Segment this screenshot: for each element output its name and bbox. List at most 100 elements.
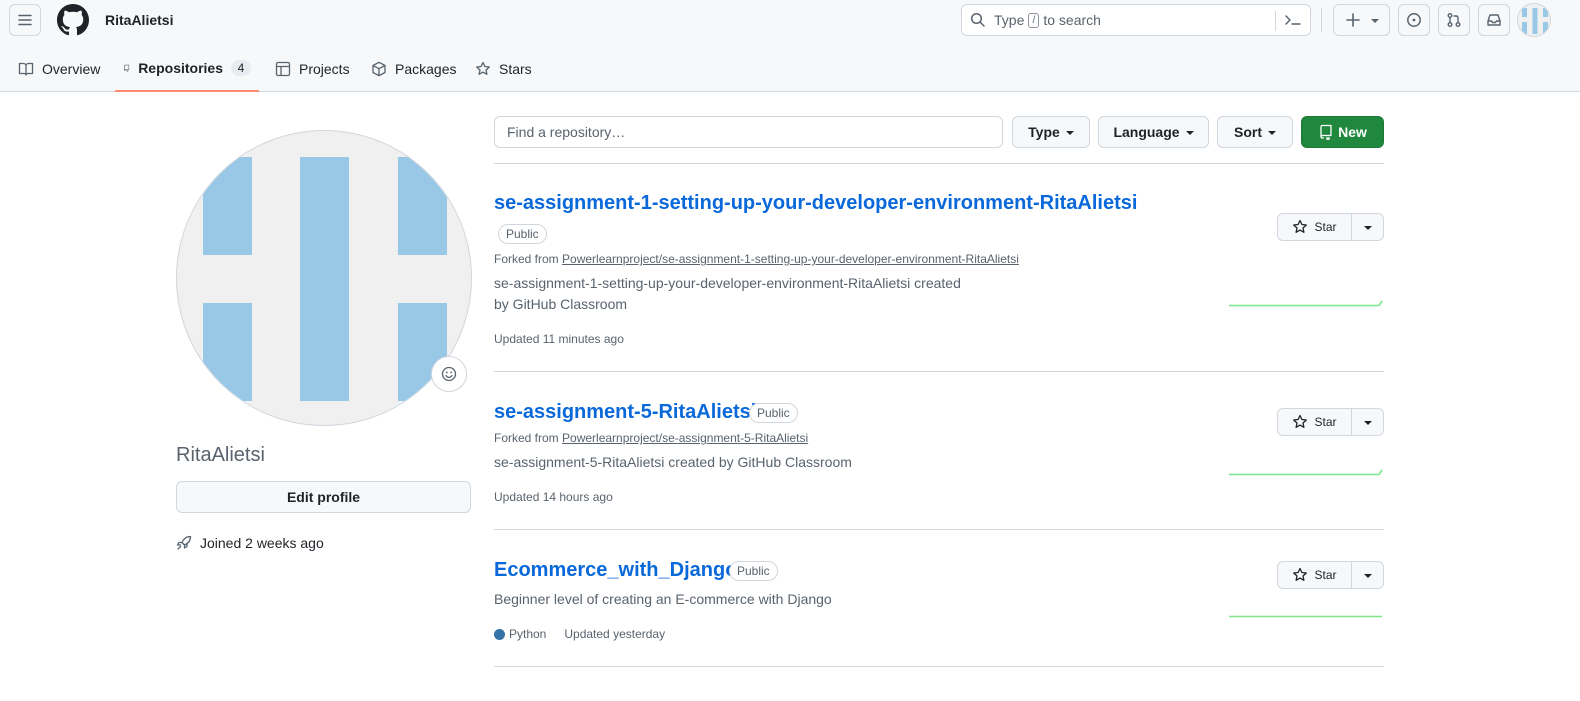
inbox-button[interactable]	[1478, 4, 1510, 36]
star-button-group: Star	[1277, 561, 1384, 589]
repo-meta: Updated 14 hours ago	[494, 490, 613, 504]
activity-sparkline	[1229, 300, 1383, 307]
forked-prefix: Forked from	[494, 252, 559, 266]
forked-from: Forked from Powerlearnproject/se-assignm…	[494, 431, 808, 445]
profile-avatar[interactable]	[176, 130, 472, 426]
updated-time: Updated 14 hours ago	[494, 490, 613, 504]
hamburger-icon	[18, 14, 32, 26]
new-repository-button[interactable]: New	[1301, 116, 1384, 148]
github-logo-icon[interactable]	[57, 4, 89, 36]
star-icon	[1293, 414, 1308, 428]
pull-requests-button[interactable]	[1438, 4, 1470, 36]
chevron-down-icon	[1363, 421, 1372, 425]
sort-button[interactable]: Sort	[1217, 116, 1293, 148]
issues-button[interactable]	[1398, 4, 1430, 36]
divider	[494, 163, 1384, 164]
tab-packages[interactable]: Packages	[363, 46, 464, 92]
repo-icon	[1320, 124, 1332, 140]
tab-packages-label: Packages	[395, 61, 457, 77]
tab-projects[interactable]: Projects	[267, 46, 358, 92]
command-palette-icon[interactable]	[1284, 12, 1302, 28]
repo-title-link[interactable]: Ecommerce_with_Django	[494, 559, 737, 582]
search-key-hint: /	[1028, 12, 1040, 28]
forked-from-link[interactable]: Powerlearnproject/se-assignment-1-settin…	[562, 252, 1019, 266]
visibility-badge: Public	[498, 224, 547, 244]
package-icon	[372, 61, 386, 77]
tab-overview-label: Overview	[42, 61, 101, 77]
updated-time: Updated yesterday	[564, 627, 666, 641]
forked-prefix: Forked from	[494, 431, 559, 445]
star-icon	[476, 61, 490, 75]
visibility-badge: Public	[729, 561, 778, 581]
identicon-avatar-small	[1522, 8, 1548, 34]
forked-from-link[interactable]: Powerlearnproject/se-assignment-5-RitaAl…	[562, 431, 808, 445]
edit-profile-button[interactable]: Edit profile	[176, 481, 471, 513]
rocket-icon	[176, 535, 192, 550]
star-button-group: Star	[1277, 408, 1384, 436]
divider	[494, 666, 1384, 667]
set-status-button[interactable]	[431, 356, 467, 392]
language-color-dot	[494, 628, 505, 640]
inbox-icon	[1487, 14, 1501, 26]
pull-request-icon	[1447, 13, 1461, 27]
tab-repositories-label: Repositories	[138, 60, 223, 76]
search-suffix: to search	[1043, 12, 1101, 28]
chevron-down-icon	[1363, 226, 1372, 230]
repo-meta: Python Updated yesterday	[494, 627, 665, 641]
star-button[interactable]: Star	[1278, 214, 1352, 240]
activity-sparkline	[1229, 469, 1383, 476]
star-list-dropdown[interactable]	[1352, 214, 1383, 240]
header-separator	[1321, 8, 1322, 32]
identicon-avatar	[203, 157, 447, 401]
app-header: RitaAlietsi Type / to search Overview Re…	[0, 0, 1580, 92]
search-input[interactable]: Type / to search	[961, 4, 1311, 36]
new-repository-label: New	[1338, 124, 1367, 140]
star-list-dropdown[interactable]	[1352, 409, 1383, 435]
activity-sparkline	[1229, 615, 1382, 618]
chevron-down-icon	[1185, 131, 1194, 135]
repo-description-line: se-assignment-1-setting-up-your-develope…	[494, 275, 961, 291]
smiley-icon	[441, 366, 457, 382]
search-divider	[1275, 11, 1276, 31]
search-icon	[970, 12, 985, 27]
tab-repositories[interactable]: Repositories 4	[115, 46, 259, 92]
divider	[494, 371, 1384, 372]
repo-title-link[interactable]: se-assignment-5-RitaAlietsi	[494, 401, 756, 424]
repo-description-line: Beginner level of creating an E-commerce…	[494, 591, 832, 607]
tab-stars[interactable]: Stars	[467, 46, 540, 92]
star-label: Star	[1314, 220, 1337, 234]
language-filter-button[interactable]: Language	[1098, 116, 1209, 148]
star-button-group: Star	[1277, 213, 1384, 241]
star-list-dropdown[interactable]	[1352, 562, 1383, 588]
sort-label: Sort	[1234, 124, 1262, 140]
visibility-badge: Public	[749, 403, 798, 423]
repo-description: se-assignment-5-RitaAlietsi created by G…	[494, 452, 852, 473]
star-button[interactable]: Star	[1278, 409, 1352, 435]
book-icon	[18, 62, 34, 76]
find-repository-input[interactable]: Find a repository…	[494, 116, 1003, 148]
header-username[interactable]: RitaAlietsi	[105, 12, 173, 28]
chevron-down-icon	[1363, 574, 1372, 578]
repositories-count-badge: 4	[231, 60, 251, 76]
star-icon	[1293, 219, 1308, 233]
type-filter-button[interactable]: Type	[1012, 116, 1090, 148]
repo-description-line: by GitHub Classroom	[494, 296, 628, 312]
repo-title-link[interactable]: se-assignment-1-setting-up-your-develope…	[494, 192, 1137, 215]
star-label: Star	[1314, 568, 1337, 582]
updated-time: Updated 11 minutes ago	[494, 332, 624, 346]
tab-stars-label: Stars	[499, 61, 532, 77]
repo-meta: Updated 11 minutes ago	[494, 332, 624, 346]
star-button[interactable]: Star	[1278, 562, 1352, 588]
tab-projects-label: Projects	[299, 61, 350, 77]
user-avatar-menu[interactable]	[1517, 3, 1551, 37]
plus-icon	[1345, 13, 1360, 27]
profile-tabs: Overview Repositories 4 Projects Package…	[0, 46, 1580, 92]
hamburger-menu-button[interactable]	[9, 4, 41, 36]
joined-text: Joined 2 weeks ago	[200, 535, 324, 551]
create-new-button[interactable]	[1333, 4, 1390, 36]
tab-overview[interactable]: Overview	[10, 46, 108, 92]
chevron-down-icon	[1268, 131, 1276, 135]
language-filter-label: Language	[1113, 124, 1180, 140]
star-icon	[1293, 567, 1308, 581]
search-prefix: Type	[994, 12, 1025, 28]
